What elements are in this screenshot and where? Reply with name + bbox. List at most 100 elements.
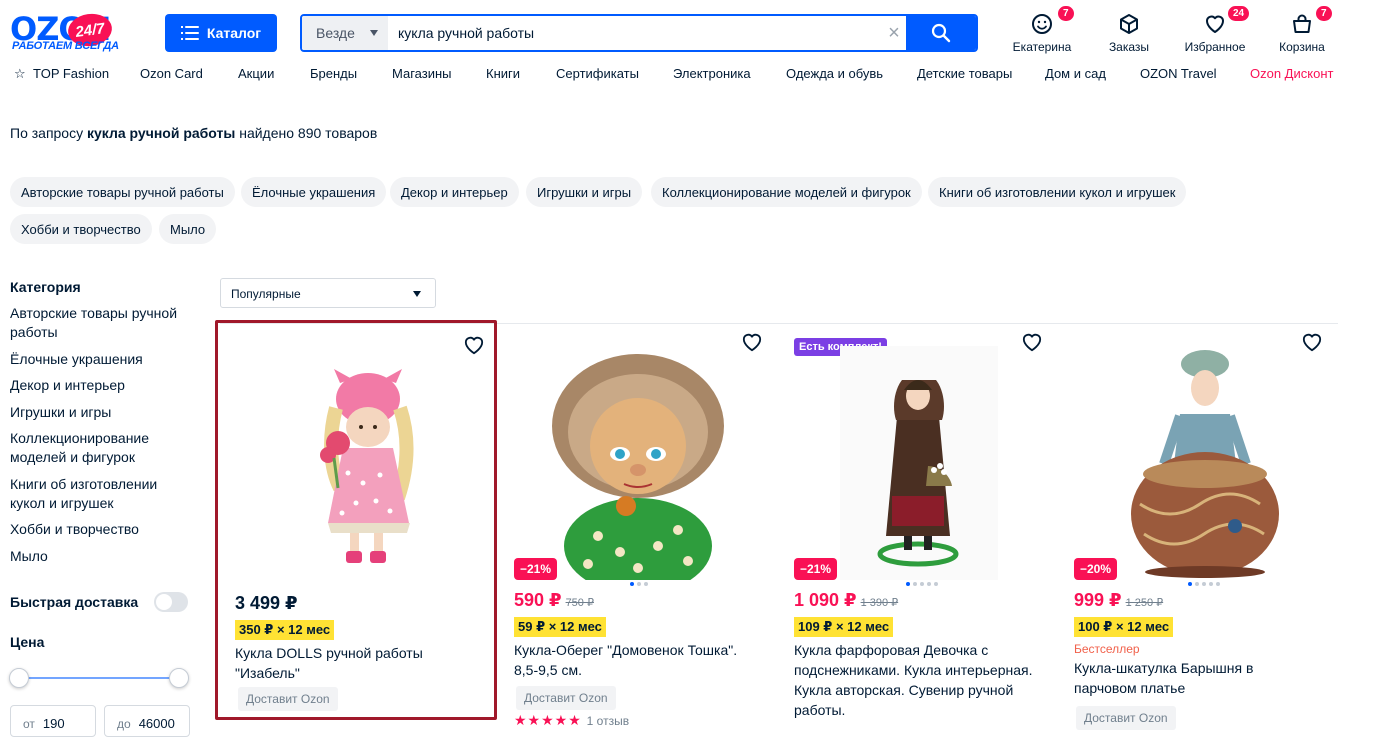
product-title[interactable]: Кукла-Оберег "Домовенок Тошка". 8,5-9,5 … [514, 640, 764, 680]
category-link[interactable]: Авторские товары ручной работы [10, 304, 200, 342]
nav-item-top-fashion[interactable]: TOP Fashion [33, 66, 109, 81]
nav-item-electronics[interactable]: Электроника [673, 66, 751, 81]
sort-select[interactable]: Популярные [220, 278, 436, 308]
price-filter-title: Цена [10, 634, 45, 650]
chip-category[interactable]: Книги об изготовлении кукол и игрушек [928, 177, 1187, 207]
category-link[interactable]: Хобби и творчество [10, 520, 200, 539]
price-range-track [18, 677, 180, 679]
nav-item-books[interactable]: Книги [486, 66, 520, 81]
orders-label: Заказы [1108, 40, 1150, 54]
image-carousel-dots[interactable] [630, 582, 648, 586]
chip-category[interactable]: Игрушки и игры [526, 177, 643, 207]
reviews-count[interactable]: 1 отзыв [587, 714, 629, 728]
chip-category[interactable]: Хобби и творчество [10, 214, 152, 244]
product-card[interactable]: −20% 999 ₽1 250 ₽ 100 ₽ × 12 мес Бестсел… [1070, 320, 1352, 730]
price-from-input[interactable]: от 190 [10, 705, 96, 737]
box-icon [1120, 14, 1138, 34]
product-image[interactable] [298, 363, 438, 568]
profile-label: Екатерина [1012, 40, 1072, 54]
chip-category[interactable]: Мыло [159, 214, 217, 244]
basket-icon [1293, 14, 1311, 33]
cart-label: Корзина [1279, 40, 1325, 54]
nav-item-ozon-card[interactable]: Ozon Card [140, 66, 203, 81]
search-scope-select[interactable]: Везде [302, 16, 388, 50]
header-cart[interactable]: 7 Корзина [1274, 6, 1332, 56]
price-from-value: 190 [42, 716, 65, 731]
product-title[interactable]: Кукла DOLLS ручной работы "Изабель" [235, 643, 485, 683]
fast-delivery-toggle[interactable] [154, 592, 188, 612]
caret-down-icon [370, 30, 378, 36]
category-filter-title: Категория [10, 279, 81, 295]
category-link[interactable]: Игрушки и игры [10, 403, 200, 422]
smiley-icon [1032, 14, 1052, 34]
chip-category[interactable]: Ёлочные украшения [241, 177, 387, 207]
price-max-handle[interactable] [169, 668, 189, 688]
query-term: кукла ручной работы [87, 125, 236, 141]
nav-item-travel[interactable]: OZON Travel [1140, 66, 1217, 81]
price-to-label: до [117, 717, 131, 731]
image-carousel-dots[interactable] [1188, 582, 1220, 586]
price-to-value: 46000 [138, 716, 175, 731]
favorites-label: Избранное [1184, 40, 1246, 54]
product-image[interactable] [538, 346, 738, 580]
installment-badge: 59 ₽ × 12 мес [514, 617, 606, 637]
doll-pink-hat-image [320, 369, 414, 563]
header-profile[interactable]: 7 Екатерина [1011, 6, 1074, 56]
delivery-badge: Доставит Ozon [1076, 706, 1176, 730]
nav-item-kids[interactable]: Детские товары [917, 66, 1012, 81]
category-link[interactable]: Мыло [10, 547, 200, 566]
chip-category[interactable]: Коллекционирование моделей и фигурок [651, 177, 922, 207]
delivery-badge: Доставит Ozon [516, 686, 616, 710]
chip-category[interactable]: Декор и интерьер [390, 177, 519, 207]
clear-icon[interactable]: × [880, 16, 908, 50]
discount-badge: −20% [1074, 558, 1118, 580]
product-image[interactable] [1120, 344, 1290, 580]
search-bar: Везде × [300, 14, 978, 52]
query-prefix: По запросу [10, 125, 84, 141]
product-card[interactable]: 3 499 ₽ 350 ₽ × 12 мес Кукла DOLLS ручно… [215, 320, 497, 720]
price-current: 1 090 ₽ [794, 590, 857, 610]
image-carousel-dots[interactable] [906, 582, 938, 586]
search-input[interactable] [388, 16, 880, 50]
casket-doll-image [1131, 350, 1279, 578]
header-orders[interactable]: Заказы [1104, 12, 1154, 56]
product-card[interactable]: Есть комплект! −21% 1 090 ₽1 390 ₽ 109 ₽… [790, 320, 1072, 720]
search-scope-label: Везде [316, 25, 355, 41]
catalog-button[interactable]: Каталог [165, 14, 277, 52]
product-card[interactable]: −21% 590 ₽750 ₽ 59 ₽ × 12 мес Кукла-Обер… [510, 320, 792, 728]
nav-item-promo[interactable]: Акции [238, 66, 274, 81]
nav-item-certificates[interactable]: Сертификаты [556, 66, 639, 81]
heart-icon[interactable] [741, 332, 763, 352]
price-old: 1 250 ₽ [1125, 597, 1164, 609]
product-title[interactable]: Кукла-шкатулка Барышня в парчовом платье [1074, 658, 1274, 698]
favorites-count-badge: 24 [1228, 6, 1250, 21]
installment-badge: 350 ₽ × 12 мес [235, 620, 335, 640]
chip-category[interactable]: Авторские товары ручной работы [10, 177, 235, 207]
category-link[interactable]: Коллекционирование моделей и фигурок [10, 429, 175, 467]
nav-item-home[interactable]: Дом и сад [1045, 66, 1106, 81]
discount-badge: −21% [514, 558, 558, 580]
ozon-logo[interactable]: OZON 24/7 РАБОТАЕМ ВСЕГДА [10, 10, 132, 54]
product-title[interactable]: Кукла фарфоровая Девочка с подснежниками… [794, 640, 1044, 720]
category-link[interactable]: Ёлочные украшения [10, 350, 200, 369]
menu-icon [180, 26, 199, 40]
nav-item-brands[interactable]: Бренды [310, 66, 357, 81]
nav-item-clothes[interactable]: Одежда и обувь [786, 66, 883, 81]
price-old: 1 390 ₽ [860, 597, 899, 609]
search-button[interactable] [906, 16, 976, 50]
category-link[interactable]: Книги об изготовлении кукол и игрушек [10, 475, 175, 513]
category-link[interactable]: Декор и интерьер [10, 376, 200, 395]
product-image[interactable] [840, 346, 998, 580]
heart-icon[interactable] [1301, 332, 1323, 352]
star-icon: ☆ [14, 66, 26, 81]
nav-item-stores[interactable]: Магазины [392, 66, 452, 81]
installment-badge: 100 ₽ × 12 мес [1074, 617, 1174, 637]
heart-icon[interactable] [463, 335, 485, 355]
price-min-handle[interactable] [9, 668, 29, 688]
price-to-input[interactable]: до 46000 [104, 705, 190, 737]
price-from-label: от [23, 717, 35, 731]
heart-icon[interactable] [1021, 332, 1043, 352]
sort-selected-label: Популярные [231, 287, 301, 301]
nav-item-discount[interactable]: Ozon Дисконт [1250, 66, 1333, 81]
header-favorites[interactable]: 24 Избранное [1180, 6, 1250, 56]
